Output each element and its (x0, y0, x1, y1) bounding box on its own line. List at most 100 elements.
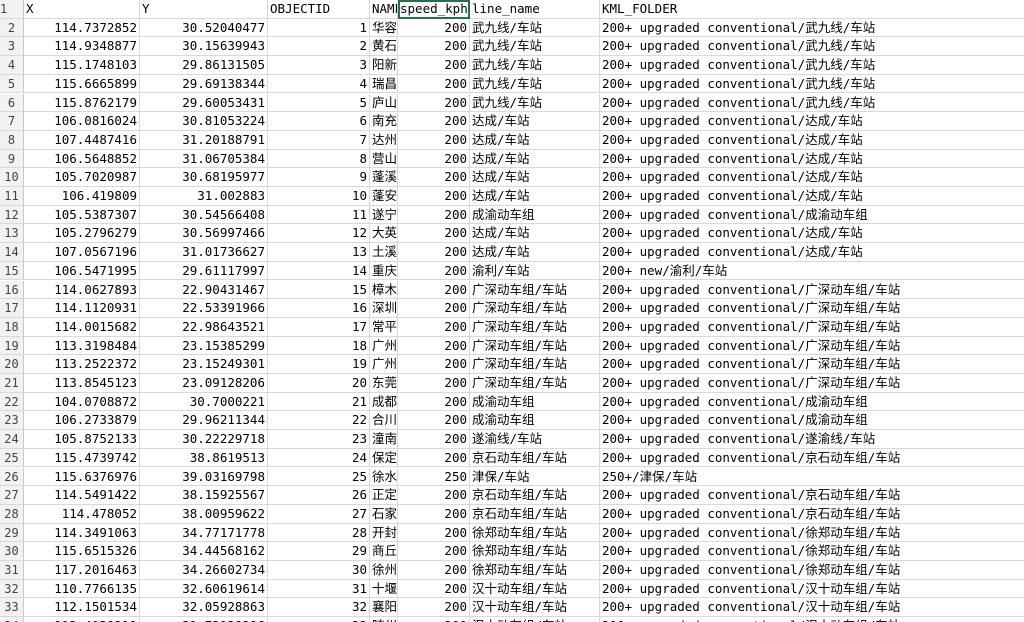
cell-speed-kph[interactable]: 200 (398, 579, 470, 599)
cell-x[interactable]: 113.2522372 (24, 355, 140, 374)
cell-kml-folder[interactable]: 200+ upgraded conventional/遂渝线/车站 (600, 430, 1024, 449)
cell-name-zh[interactable]: 襄阳 (370, 598, 398, 618)
cell-speed-kph[interactable]: 200 (398, 374, 470, 393)
row-number[interactable]: 16 (0, 280, 24, 300)
cell-speed-kph[interactable]: 200 (398, 74, 470, 94)
cell-x[interactable]: 115.8762179 (24, 93, 140, 113)
cell-objectid[interactable]: 23 (268, 430, 370, 449)
cell-x[interactable]: 110.7766135 (24, 579, 140, 599)
cell-speed-kph[interactable]: 200 (398, 18, 470, 38)
header-cell-name-zh[interactable]: NAME_ZH (370, 0, 398, 19)
cell-x[interactable]: 113.3198484 (24, 336, 140, 356)
cell-line-name[interactable]: 达成/车站 (470, 224, 600, 244)
cell-x[interactable]: 105.7020987 (24, 168, 140, 187)
cell-line-name[interactable]: 徐郑动车组/车站 (470, 542, 600, 561)
cell-y[interactable]: 23.15249301 (140, 355, 268, 374)
cell-kml-folder[interactable]: 200+ upgraded conventional/达成/车站 (600, 243, 1024, 262)
cell-objectid[interactable]: 32 (268, 598, 370, 618)
cell-speed-kph[interactable]: 200 (398, 149, 470, 169)
cell-x[interactable]: 113.4130311 (24, 617, 140, 622)
row-number[interactable]: 2 (0, 18, 24, 38)
cell-y[interactable]: 38.00959622 (140, 504, 268, 524)
cell-line-name[interactable]: 成渝动车组 (470, 392, 600, 412)
cell-kml-folder[interactable]: 200+ upgraded conventional/武九线/车站 (600, 75, 1024, 94)
row-number[interactable]: 27 (0, 486, 24, 505)
cell-kml-folder[interactable]: 200+ upgraded conventional/京石动车组/车站 (600, 505, 1024, 524)
cell-x[interactable]: 114.478052 (24, 504, 140, 524)
cell-line-name[interactable]: 广深动车组/车站 (470, 299, 600, 318)
header-cell-objectid[interactable]: OBJECTID (268, 0, 370, 19)
cell-kml-folder[interactable]: 200+ upgraded conventional/武九线/车站 (600, 94, 1024, 113)
cell-kml-folder[interactable]: 200+ upgraded conventional/达成/车站 (600, 112, 1024, 131)
cell-kml-folder[interactable]: 200+ upgraded conventional/武九线/车站 (600, 37, 1024, 57)
cell-kml-folder[interactable]: 200+ upgraded conventional/汉十动车组/车站 (600, 580, 1024, 599)
row-number[interactable]: 1 (0, 0, 24, 19)
cell-objectid[interactable]: 30 (268, 561, 370, 580)
cell-line-name[interactable]: 广深动车组/车站 (470, 317, 600, 337)
cell-speed-kph[interactable]: 200 (398, 430, 470, 449)
row-number[interactable]: 14 (0, 243, 24, 262)
cell-y[interactable]: 32.05928863 (140, 598, 268, 618)
cell-line-name[interactable]: 遂渝线/车站 (470, 430, 600, 449)
row-number[interactable]: 30 (0, 542, 24, 561)
cell-kml-folder[interactable]: 200+ upgraded conventional/武九线/车站 (600, 56, 1024, 75)
cell-name-zh[interactable]: 南充 (370, 112, 398, 131)
cell-y[interactable]: 31.01736627 (140, 243, 268, 262)
cell-x[interactable]: 106.5471995 (24, 261, 140, 281)
cell-line-name[interactable]: 武九线/车站 (470, 74, 600, 94)
cell-line-name[interactable]: 渝利/车站 (470, 261, 600, 281)
cell-speed-kph[interactable]: 200 (398, 243, 470, 262)
cell-y[interactable]: 31.72129296 (140, 617, 268, 622)
cell-line-name[interactable]: 汉十动车组/车站 (470, 579, 600, 599)
cell-line-name[interactable]: 汉十动车组/车站 (470, 598, 600, 618)
cell-name-zh[interactable]: 潼南 (370, 430, 398, 449)
cell-line-name[interactable]: 达成/车站 (470, 130, 600, 150)
cell-name-zh[interactable]: 徐州 (370, 561, 398, 580)
cell-line-name[interactable]: 汉十动车组/车站 (470, 617, 600, 622)
cell-name-zh[interactable]: 常平 (370, 317, 398, 337)
cell-line-name[interactable]: 徐郑动车组/车站 (470, 523, 600, 543)
row-number[interactable]: 21 (0, 374, 24, 393)
cell-y[interactable]: 31.06705384 (140, 149, 268, 169)
cell-speed-kph[interactable]: 200 (398, 261, 470, 281)
row-number[interactable]: 11 (0, 187, 24, 206)
cell-line-name[interactable]: 达成/车站 (470, 168, 600, 187)
row-number[interactable]: 17 (0, 299, 24, 318)
row-number[interactable]: 18 (0, 317, 24, 337)
cell-name-zh[interactable]: 黄石 (370, 37, 398, 57)
cell-x[interactable]: 104.0708872 (24, 392, 140, 412)
cell-y[interactable]: 30.7000221 (140, 392, 268, 412)
cell-line-name[interactable]: 成渝动车组 (470, 205, 600, 225)
cell-objectid[interactable]: 1 (268, 18, 370, 38)
cell-kml-folder[interactable]: 200+ upgraded conventional/徐郑动车组/车站 (600, 524, 1024, 543)
cell-speed-kph[interactable]: 200 (398, 168, 470, 187)
cell-x[interactable]: 113.8545123 (24, 374, 140, 393)
cell-name-zh[interactable]: 石家庄 (370, 504, 398, 524)
cell-objectid[interactable]: 10 (268, 187, 370, 206)
cell-y[interactable]: 29.61117997 (140, 261, 268, 281)
cell-objectid[interactable]: 33 (268, 617, 370, 622)
cell-objectid[interactable]: 4 (268, 74, 370, 94)
cell-kml-folder[interactable]: 200+ upgraded conventional/成渝动车组 (600, 411, 1024, 431)
cell-y[interactable]: 22.53391966 (140, 299, 268, 318)
cell-speed-kph[interactable]: 200 (398, 56, 470, 75)
cell-name-zh[interactable]: 重庆北 (370, 261, 398, 281)
cell-y[interactable]: 29.96211344 (140, 411, 268, 431)
cell-speed-kph[interactable]: 200 (398, 299, 470, 318)
cell-kml-folder[interactable]: 200+ upgraded conventional/徐郑动车组/车站 (600, 561, 1024, 580)
cell-speed-kph[interactable]: 200 (398, 224, 470, 244)
header-cell-y[interactable]: Y (140, 0, 268, 19)
cell-x[interactable]: 115.1748103 (24, 56, 140, 75)
row-number[interactable]: 19 (0, 336, 24, 356)
cell-objectid[interactable]: 27 (268, 504, 370, 524)
row-number[interactable]: 4 (0, 56, 24, 75)
cell-kml-folder[interactable]: 200+ upgraded conventional/汉十动车组/车站 (600, 617, 1024, 622)
cell-kml-folder[interactable]: 200+ upgraded conventional/达成/车站 (600, 224, 1024, 244)
row-number[interactable]: 7 (0, 112, 24, 131)
cell-y[interactable]: 29.69138344 (140, 74, 268, 94)
cell-name-zh[interactable]: 东莞 (370, 374, 398, 393)
cell-kml-folder[interactable]: 200+ upgraded conventional/广深动车组/车站 (600, 318, 1024, 337)
cell-x[interactable]: 115.4739742 (24, 448, 140, 468)
cell-objectid[interactable]: 6 (268, 112, 370, 131)
cell-name-zh[interactable]: 樟木头 (370, 280, 398, 300)
